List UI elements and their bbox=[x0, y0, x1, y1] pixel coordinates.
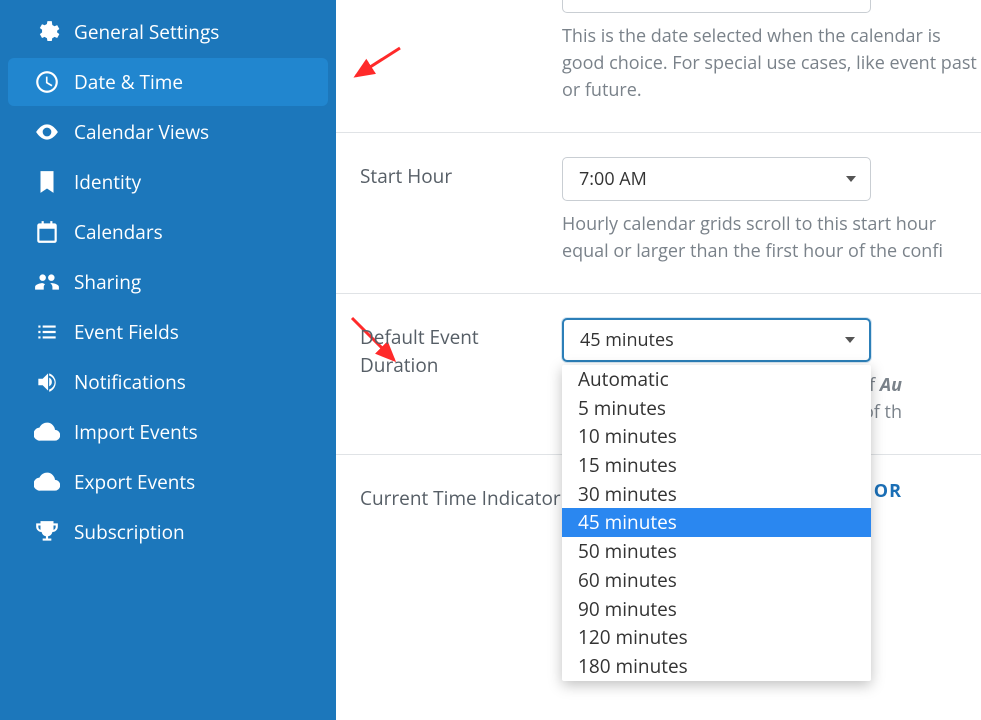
sidebar-item-label: Event Fields bbox=[74, 319, 179, 345]
sidebar-item-import-events[interactable]: Import Events bbox=[8, 408, 328, 456]
dropdown-option[interactable]: 90 minutes bbox=[562, 595, 871, 624]
chevron-down-icon bbox=[846, 176, 856, 182]
volume-icon bbox=[34, 369, 60, 395]
sidebar-item-label: Identity bbox=[74, 169, 141, 195]
sidebar-item-event-fields[interactable]: Event Fields bbox=[8, 308, 328, 356]
eye-icon bbox=[34, 119, 60, 145]
dropdown-option[interactable]: 120 minutes bbox=[562, 623, 871, 652]
dropdown-option[interactable]: Automatic bbox=[562, 365, 871, 394]
default-duration-value: 45 minutes bbox=[580, 328, 674, 352]
start-hour-select[interactable]: 7:00 AM bbox=[562, 157, 871, 201]
sidebar-item-sharing[interactable]: Sharing bbox=[8, 258, 328, 306]
sidebar-item-label: Subscription bbox=[74, 519, 185, 545]
dropdown-option[interactable]: 60 minutes bbox=[562, 566, 871, 595]
trophy-icon bbox=[34, 519, 60, 545]
start-hour-value: 7:00 AM bbox=[579, 167, 647, 191]
bookmark-icon bbox=[34, 169, 60, 195]
list-icon bbox=[34, 319, 60, 345]
sidebar-item-identity[interactable]: Identity bbox=[8, 158, 328, 206]
or-link[interactable]: OR bbox=[874, 479, 902, 503]
sidebar-item-label: Calendar Views bbox=[74, 119, 209, 145]
dropdown-option[interactable]: 5 minutes bbox=[562, 394, 871, 423]
dropdown-option[interactable]: 45 minutes bbox=[562, 508, 871, 537]
dropdown-option[interactable]: 10 minutes bbox=[562, 422, 871, 451]
initial-date-help-text: This is the date selected when the calen… bbox=[562, 23, 981, 104]
dropdown-option[interactable]: 30 minutes bbox=[562, 480, 871, 509]
sidebar-item-general-settings[interactable]: General Settings bbox=[8, 8, 328, 56]
clock-icon bbox=[34, 69, 60, 95]
users-icon bbox=[34, 269, 60, 295]
dropdown-option[interactable]: 15 minutes bbox=[562, 451, 871, 480]
sidebar-item-label: Export Events bbox=[74, 469, 195, 495]
dropdown-option[interactable]: 180 minutes bbox=[562, 652, 871, 681]
calendar-icon bbox=[34, 219, 60, 245]
settings-sidebar: General Settings Date & Time Calendar Vi… bbox=[0, 0, 336, 720]
sidebar-item-notifications[interactable]: Notifications bbox=[8, 358, 328, 406]
gear-icon bbox=[34, 19, 60, 45]
default-duration-label: Default Event Duration bbox=[360, 318, 562, 379]
sidebar-item-label: Sharing bbox=[74, 269, 141, 295]
sidebar-item-label: Date & Time bbox=[74, 69, 183, 95]
help-text-fragment: Au bbox=[880, 373, 902, 397]
cloud-upload-icon bbox=[34, 419, 60, 445]
current-time-indicator-label: Current Time Indicator bbox=[360, 479, 562, 513]
dropdown-option[interactable]: 50 minutes bbox=[562, 537, 871, 566]
sidebar-item-label: Notifications bbox=[74, 369, 186, 395]
chevron-down-icon bbox=[845, 337, 855, 343]
sidebar-item-subscription[interactable]: Subscription bbox=[8, 508, 328, 556]
sidebar-item-calendar-views[interactable]: Calendar Views bbox=[8, 108, 328, 156]
start-hour-label: Start Hour bbox=[360, 157, 562, 191]
main-content: This is the date selected when the calen… bbox=[336, 0, 981, 720]
default-duration-dropdown[interactable]: Automatic5 minutes10 minutes15 minutes30… bbox=[562, 365, 871, 681]
initial-date-select[interactable] bbox=[562, 0, 871, 13]
sidebar-item-label: General Settings bbox=[74, 19, 219, 45]
sidebar-item-date-time[interactable]: Date & Time bbox=[8, 58, 328, 106]
sidebar-item-label: Import Events bbox=[74, 419, 198, 445]
default-duration-select[interactable]: 45 minutes bbox=[562, 318, 871, 362]
start-hour-help-text: Hourly calendar grids scroll to this sta… bbox=[562, 211, 981, 265]
sidebar-item-label: Calendars bbox=[74, 219, 163, 245]
sidebar-item-calendars[interactable]: Calendars bbox=[8, 208, 328, 256]
cloud-download-icon bbox=[34, 469, 60, 495]
sidebar-item-export-events[interactable]: Export Events bbox=[8, 458, 328, 506]
